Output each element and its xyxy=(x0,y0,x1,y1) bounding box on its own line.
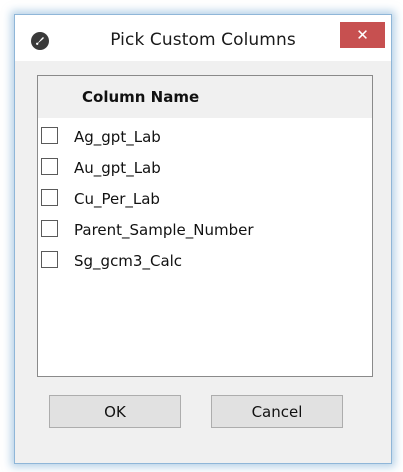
list-item[interactable]: Sg_gcm3_Calc xyxy=(38,245,372,276)
checkbox-icon[interactable] xyxy=(41,189,58,206)
checkbox-icon[interactable] xyxy=(41,158,58,175)
title-bar[interactable]: Pick Custom Columns ✕ xyxy=(15,15,391,61)
close-button[interactable]: ✕ xyxy=(340,22,385,48)
close-icon: ✕ xyxy=(356,26,369,44)
window-title: Pick Custom Columns xyxy=(110,30,296,50)
ok-button[interactable]: OK xyxy=(49,395,181,428)
columns-list: Ag_gpt_Lab Au_gpt_Lab Cu_Per_Lab Parent_… xyxy=(38,121,372,276)
checkbox-icon[interactable] xyxy=(41,220,58,237)
list-item[interactable]: Au_gpt_Lab xyxy=(38,152,372,183)
list-item-label: Cu_Per_Lab xyxy=(74,190,160,208)
list-item-label: Parent_Sample_Number xyxy=(74,221,254,239)
list-item[interactable]: Cu_Per_Lab xyxy=(38,183,372,214)
list-item[interactable]: Parent_Sample_Number xyxy=(38,214,372,245)
list-item-label: Ag_gpt_Lab xyxy=(74,128,161,146)
pick-custom-columns-dialog: Pick Custom Columns ✕ Column Name Ag_gpt… xyxy=(14,14,392,464)
list-item-label: Au_gpt_Lab xyxy=(74,159,161,177)
list-item-label: Sg_gcm3_Calc xyxy=(74,252,183,270)
cancel-button[interactable]: Cancel xyxy=(211,395,343,428)
columns-list-panel: Column Name Ag_gpt_Lab Au_gpt_Lab Cu_Per… xyxy=(37,75,373,377)
list-item[interactable]: Ag_gpt_Lab xyxy=(38,121,372,152)
column-name-header-label: Column Name xyxy=(82,88,200,106)
column-name-header: Column Name xyxy=(38,76,372,118)
checkbox-icon[interactable] xyxy=(41,127,58,144)
checkbox-icon[interactable] xyxy=(41,251,58,268)
